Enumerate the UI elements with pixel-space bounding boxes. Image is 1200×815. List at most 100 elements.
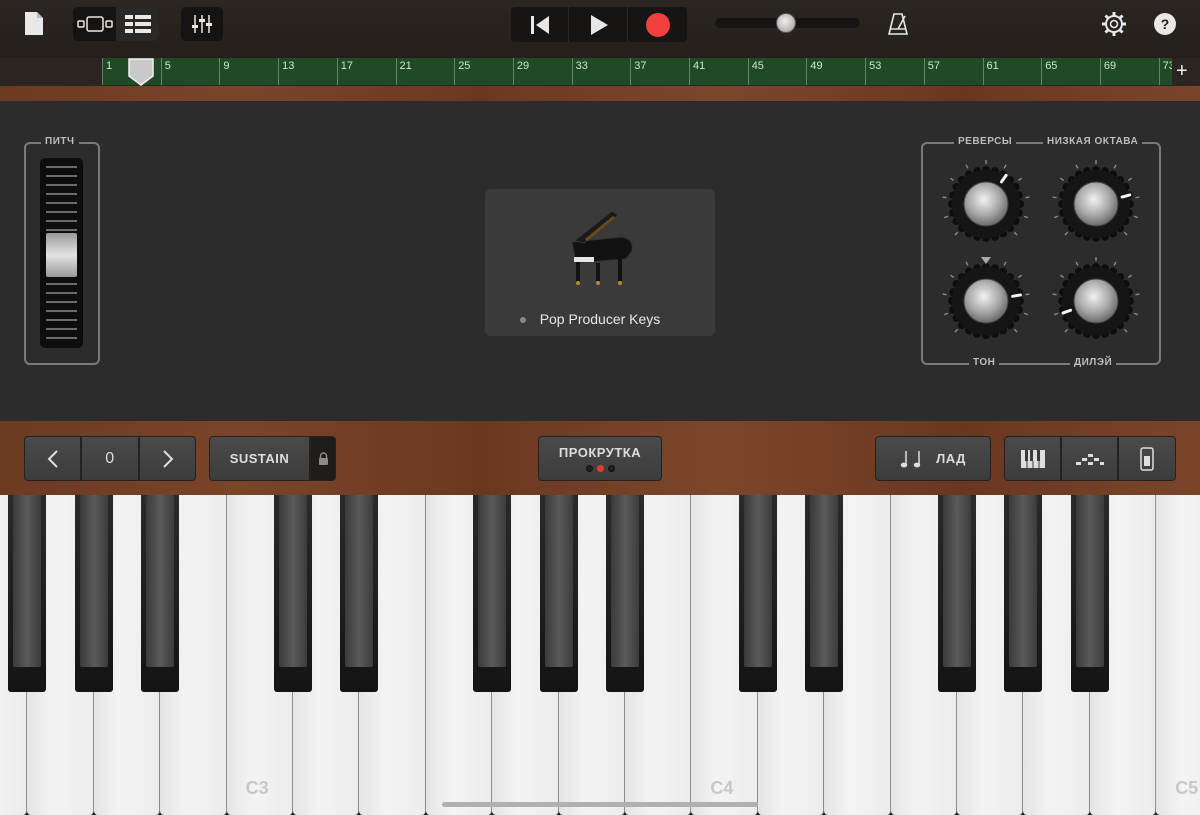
reverse-knob[interactable]: [940, 158, 1032, 250]
rewind-icon[interactable]: [511, 7, 569, 42]
black-key-face: [279, 495, 307, 667]
black-key[interactable]: [606, 495, 644, 692]
ruler-bar-number: 61: [986, 60, 999, 72]
black-key[interactable]: [340, 495, 379, 692]
volume-thumb[interactable]: [776, 13, 797, 33]
record-icon[interactable]: [629, 7, 687, 42]
tone-knob[interactable]: [940, 255, 1032, 347]
octave-down-button[interactable]: [24, 436, 81, 481]
black-key-face: [13, 495, 42, 667]
black-key-face: [943, 495, 971, 667]
octave-label: C5: [1175, 778, 1199, 798]
mixer-icon[interactable]: [181, 7, 223, 41]
black-key[interactable]: [539, 495, 578, 692]
scroll-page-dots: [585, 465, 615, 472]
scale-button[interactable]: ЛАД: [875, 436, 991, 481]
ruler-bar-line: [395, 58, 397, 85]
ruler-bar-number: 13: [282, 60, 295, 72]
black-key[interactable]: [274, 495, 312, 692]
octave-up-button[interactable]: [139, 436, 196, 481]
pitch-wheel-rib: [46, 337, 77, 339]
grand-piano-icon: [571, 210, 633, 285]
ruler-bar-line: [747, 58, 749, 85]
ruler-bar-number: 73: [1162, 60, 1172, 72]
settings-icon[interactable]: [1100, 10, 1128, 38]
my-songs-icon[interactable]: [22, 10, 46, 38]
ruler-bar-line: [923, 58, 925, 85]
lock-icon: [318, 451, 328, 465]
black-key[interactable]: [141, 495, 180, 692]
ruler-bar-number: 57: [927, 60, 941, 72]
ruler-bar-line: [982, 58, 984, 85]
pitch-wheel-rib: [46, 175, 77, 177]
black-key-face: [1009, 495, 1038, 667]
reverse-label: РЕВЕРСЫ: [954, 136, 1017, 147]
pitch-bend-wheel[interactable]: [40, 158, 83, 348]
black-key[interactable]: [74, 495, 113, 692]
chevron-right-icon: [162, 449, 173, 468]
ruler-bar-number: 49: [810, 60, 823, 72]
black-key[interactable]: [738, 495, 777, 692]
scroll-dot: [607, 465, 615, 472]
master-volume-slider[interactable]: [715, 13, 860, 33]
black-key-face: [1075, 495, 1104, 667]
ruler-bar-number: 17: [340, 60, 354, 72]
ruler-bar-line: [1099, 58, 1101, 85]
pitch-wheel-rib: [46, 310, 77, 312]
piano-keys-icon: [1020, 449, 1045, 468]
pitch-wheel-rib: [46, 220, 77, 222]
metronome-icon[interactable]: [885, 11, 911, 37]
octave-value: 0: [81, 436, 139, 481]
ruler-bar-line: [219, 58, 221, 85]
black-key[interactable]: [1004, 495, 1043, 692]
pitch-wheel-rib: [46, 283, 77, 285]
ruler-bar-line: [865, 58, 867, 85]
scroll-button[interactable]: ПРОКРУТКА: [538, 436, 662, 481]
arpeggiator-button[interactable]: [1061, 436, 1118, 481]
keys-layout-button[interactable]: [1004, 436, 1061, 481]
delay-knob[interactable]: [1050, 255, 1142, 347]
black-key[interactable]: [805, 495, 844, 692]
keyboard-size-button[interactable]: [1118, 436, 1176, 481]
black-key-face: [611, 495, 639, 667]
black-key[interactable]: [1070, 495, 1109, 692]
help-icon[interactable]: ?: [1154, 13, 1176, 35]
white-key[interactable]: [1156, 495, 1200, 815]
black-key[interactable]: [473, 495, 512, 692]
sustain-label: SUSTAIN: [229, 451, 290, 466]
add-section-icon[interactable]: +: [1176, 60, 1188, 83]
pitch-label: ПИТЧ: [41, 136, 79, 147]
ruler-bar-line: [454, 58, 456, 85]
pitch-wheel-highlight: [46, 233, 77, 277]
black-key-face: [146, 495, 175, 667]
views-icon[interactable]: [73, 7, 116, 41]
wood-trim-top: [0, 86, 1200, 101]
piano-keyboard: C3 C4 C5: [0, 495, 1200, 815]
octave-label: C4: [710, 778, 734, 798]
low-octave-knob[interactable]: [1050, 158, 1142, 250]
ruler-bar-number: 41: [693, 60, 706, 72]
ruler-bar-line: [630, 58, 632, 85]
ruler-bar-line: [1158, 58, 1160, 85]
ruler-bar-number: 53: [869, 60, 882, 72]
tone-center-marker-icon: [981, 257, 991, 264]
octave-label: C3: [245, 778, 269, 798]
play-icon[interactable]: [570, 7, 628, 42]
instrument-selector[interactable]: Pop Producer Keys: [485, 189, 715, 336]
scroll-dot: [585, 465, 593, 472]
ruler-bar-line: [1041, 58, 1043, 85]
black-key[interactable]: [938, 495, 976, 692]
timeline-ruler[interactable]: 1 5 9 13 17 21 25 29 33 37 41 45 49 53 57 61 65 69 73: [102, 58, 1172, 85]
sustain-lock-button[interactable]: [310, 436, 336, 481]
ruler-bar-number: 45: [751, 60, 764, 72]
playhead-icon[interactable]: [128, 58, 154, 86]
pitch-wheel-rib: [46, 292, 77, 294]
black-key[interactable]: [8, 495, 47, 692]
ruler-bar-number: 5: [164, 60, 171, 72]
ruler-bar-number: 37: [634, 60, 647, 72]
arpeggiator-icon: [1075, 453, 1104, 465]
delay-label: ДИЛЭЙ: [1070, 357, 1117, 368]
sustain-button[interactable]: SUSTAIN: [209, 436, 310, 481]
tracks-view-icon[interactable]: [116, 7, 159, 41]
pitch-wheel-rib: [46, 319, 77, 321]
